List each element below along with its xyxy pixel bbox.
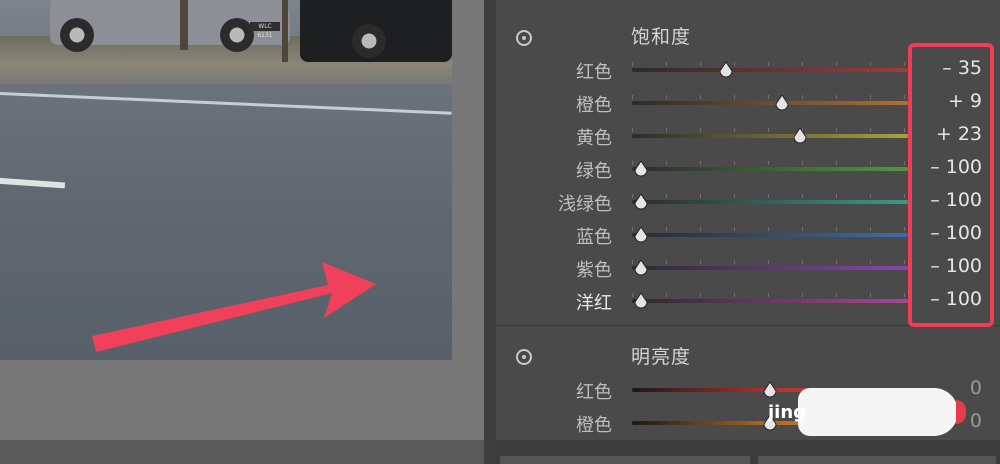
slider-ticks <box>632 128 908 132</box>
slider-track-blue[interactable] <box>632 233 908 237</box>
teardrop-icon[interactable] <box>633 227 649 243</box>
slider-track-red[interactable] <box>632 68 908 72</box>
slider-ticks <box>632 194 908 198</box>
panel-bottom-bar <box>496 440 1000 464</box>
slider-ticks <box>632 227 908 231</box>
slider-label: 红色 <box>576 62 612 83</box>
slider-ticks <box>632 260 908 264</box>
slider-value[interactable]: 0 <box>970 410 982 432</box>
slider-label: 橙色 <box>576 415 612 436</box>
saturation-title: 饱和度 <box>631 26 692 48</box>
slider-track-purple[interactable] <box>632 266 908 270</box>
slider-label: 红色 <box>576 382 612 403</box>
slider-track-orange[interactable] <box>632 101 908 105</box>
teardrop-icon[interactable] <box>792 128 808 144</box>
slider-ticks <box>632 293 908 297</box>
slider-track-magenta[interactable] <box>632 299 908 303</box>
slider-track-aqua[interactable] <box>632 200 908 204</box>
slider-label: 橙色 <box>576 95 612 116</box>
slider-label: 洋红 <box>576 293 612 314</box>
slider-label: 蓝色 <box>576 227 612 248</box>
slider-label: 紫色 <box>576 260 612 281</box>
watermark-text: jing <box>768 402 807 423</box>
slider-track-yellow[interactable] <box>632 134 908 138</box>
photo-bottom-band <box>0 440 484 464</box>
slider-track-green[interactable] <box>632 167 908 171</box>
values-highlight-box <box>908 43 994 327</box>
slider-label: 绿色 <box>576 161 612 182</box>
photo-view-area: WLC 6131 <box>0 0 484 464</box>
slider-ticks <box>632 62 908 66</box>
teardrop-icon[interactable] <box>718 62 734 78</box>
slider-label: 黄色 <box>576 128 612 149</box>
luminance-target-icon[interactable] <box>516 349 532 365</box>
teardrop-icon[interactable] <box>633 260 649 276</box>
slider-ticks <box>632 95 908 99</box>
red-arrow-icon <box>92 262 376 352</box>
slider-ticks <box>632 161 908 165</box>
teardrop-icon[interactable] <box>633 293 649 309</box>
saturation-target-icon[interactable] <box>516 30 532 46</box>
teardrop-icon[interactable] <box>633 161 649 177</box>
teardrop-icon[interactable] <box>633 194 649 210</box>
watermark-logo: jing <box>768 382 966 442</box>
bottom-button[interactable] <box>500 456 750 464</box>
watermark-shape <box>798 388 958 436</box>
panel-separator <box>484 0 496 464</box>
teardrop-icon[interactable] <box>774 95 790 111</box>
slider-value[interactable]: 0 <box>970 377 982 399</box>
bottom-button[interactable] <box>758 456 996 464</box>
slider-label: 浅绿色 <box>558 194 612 215</box>
luminance-title: 明亮度 <box>631 346 692 368</box>
